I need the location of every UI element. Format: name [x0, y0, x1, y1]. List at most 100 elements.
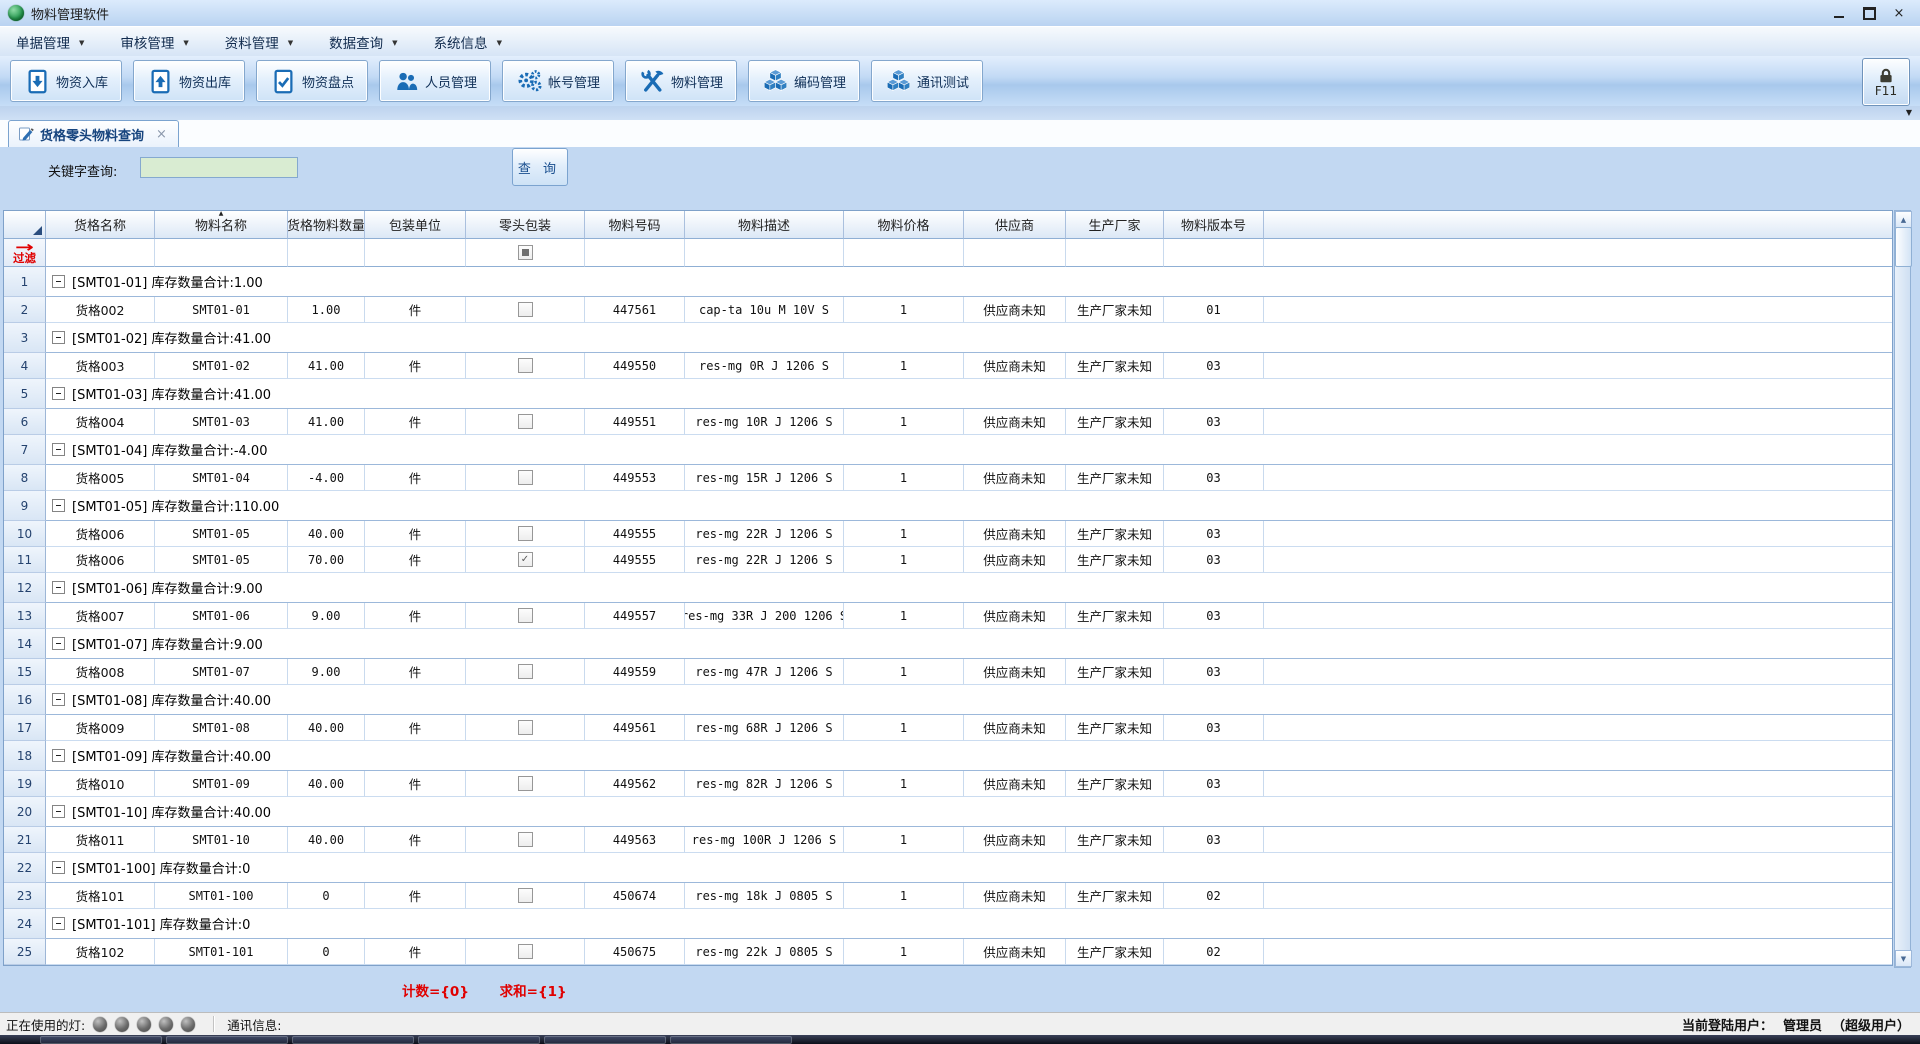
cell-code[interactable]: 449550 [585, 353, 685, 379]
cell-code[interactable]: 449563 [585, 827, 685, 853]
cell-unit[interactable]: 件 [365, 827, 466, 853]
cell-qty[interactable]: 40.00 [288, 771, 365, 797]
cell-odd[interactable] [466, 465, 585, 491]
cell-unit[interactable]: 件 [365, 353, 466, 379]
filter-cell-qty[interactable] [288, 239, 365, 267]
collapse-icon[interactable] [52, 499, 65, 512]
odd-filter-checkbox[interactable] [518, 245, 533, 260]
row-number[interactable]: 14 [4, 629, 46, 659]
group-cell[interactable]: [SMT01-09] 库存数量合计:40.00 [46, 741, 1892, 771]
row-number[interactable]: 18 [4, 741, 46, 771]
cell-manufacturer[interactable]: 生产厂家未知 [1066, 715, 1164, 741]
cell-manufacturer[interactable]: 生产厂家未知 [1066, 547, 1164, 573]
collapse-icon[interactable] [52, 861, 65, 874]
row-number[interactable]: 13 [4, 603, 46, 629]
cell-desc[interactable]: res-mg 22R J 1206 S [685, 547, 844, 573]
collapse-icon[interactable] [52, 693, 65, 706]
collapse-icon[interactable] [52, 917, 65, 930]
cell-code[interactable]: 449555 [585, 547, 685, 573]
filter-cell-odd[interactable] [466, 239, 585, 267]
group-cell[interactable]: [SMT01-08] 库存数量合计:40.00 [46, 685, 1892, 715]
cell-code[interactable]: 449561 [585, 715, 685, 741]
cell-manufacturer[interactable]: 生产厂家未知 [1066, 521, 1164, 547]
toolbar-button-coding[interactable]: 编码管理 [748, 60, 860, 102]
cell-unit[interactable]: 件 [365, 547, 466, 573]
cell-version[interactable]: 03 [1164, 465, 1264, 491]
cell-material[interactable]: SMT01-06 [155, 603, 288, 629]
row-number[interactable]: 20 [4, 797, 46, 827]
cell-unit[interactable]: 件 [365, 521, 466, 547]
column-header-qty[interactable]: 货格物料数量 [288, 211, 365, 239]
odd-package-checkbox[interactable] [518, 888, 533, 903]
group-cell[interactable]: [SMT01-101] 库存数量合计:0 [46, 909, 1892, 939]
cell-code[interactable]: 447561 [585, 297, 685, 323]
scroll-down-icon[interactable]: ▼ [1895, 950, 1912, 967]
cell-desc[interactable]: res-mg 22R J 1206 S [685, 521, 844, 547]
cell-rack[interactable]: 货格005 [46, 465, 155, 491]
minimize-button[interactable] [1824, 4, 1854, 23]
cell-supplier[interactable]: 供应商未知 [964, 883, 1066, 909]
cell-version[interactable]: 03 [1164, 547, 1264, 573]
menu-item-data-files[interactable]: 资料管理▼ [219, 28, 299, 56]
cell-odd[interactable]: ✓ [466, 547, 585, 573]
row-number[interactable]: 5 [4, 379, 46, 409]
row-number[interactable]: 12 [4, 573, 46, 603]
cell-qty[interactable]: 41.00 [288, 353, 365, 379]
column-header-price[interactable]: 物料价格 [844, 211, 964, 239]
cell-version[interactable]: 02 [1164, 939, 1264, 965]
filter-cell-supplier[interactable] [964, 239, 1066, 267]
filter-cell-manufacturer[interactable] [1066, 239, 1164, 267]
cell-desc[interactable]: res-mg 15R J 1206 S [685, 465, 844, 491]
cell-supplier[interactable]: 供应商未知 [964, 827, 1066, 853]
cell-qty[interactable]: -4.00 [288, 465, 365, 491]
odd-package-checkbox[interactable] [518, 414, 533, 429]
cell-qty[interactable]: 9.00 [288, 659, 365, 685]
filter-cell-rack[interactable] [46, 239, 155, 267]
cell-version[interactable]: 03 [1164, 659, 1264, 685]
cell-supplier[interactable]: 供应商未知 [964, 409, 1066, 435]
cell-qty[interactable]: 0 [288, 883, 365, 909]
toolbar-button-material-manage[interactable]: 物料管理 [625, 60, 737, 102]
row-number[interactable]: 10 [4, 521, 46, 547]
cell-rack[interactable]: 货格003 [46, 353, 155, 379]
cell-rack[interactable]: 货格008 [46, 659, 155, 685]
cell-supplier[interactable]: 供应商未知 [964, 521, 1066, 547]
cell-qty[interactable]: 41.00 [288, 409, 365, 435]
cell-material[interactable]: SMT01-10 [155, 827, 288, 853]
cell-version[interactable]: 03 [1164, 771, 1264, 797]
cell-version[interactable]: 03 [1164, 827, 1264, 853]
cell-unit[interactable]: 件 [365, 409, 466, 435]
row-number[interactable]: 21 [4, 827, 46, 853]
grid-corner-cell[interactable] [4, 211, 46, 239]
row-number[interactable]: 6 [4, 409, 46, 435]
cell-price[interactable]: 1 [844, 297, 964, 323]
row-number[interactable]: 4 [4, 353, 46, 379]
menu-item-orders[interactable]: 单据管理▼ [10, 28, 90, 56]
row-number[interactable]: 22 [4, 853, 46, 883]
cell-price[interactable]: 1 [844, 715, 964, 741]
cell-material[interactable]: SMT01-101 [155, 939, 288, 965]
row-number[interactable]: 24 [4, 909, 46, 939]
cell-version[interactable]: 03 [1164, 353, 1264, 379]
odd-package-checkbox[interactable] [518, 302, 533, 317]
cell-unit[interactable]: 件 [365, 939, 466, 965]
cell-code[interactable]: 450675 [585, 939, 685, 965]
cell-unit[interactable]: 件 [365, 603, 466, 629]
row-number[interactable]: 2 [4, 297, 46, 323]
cell-supplier[interactable]: 供应商未知 [964, 353, 1066, 379]
group-cell[interactable]: [SMT01-100] 库存数量合计:0 [46, 853, 1892, 883]
cell-material[interactable]: SMT01-01 [155, 297, 288, 323]
row-number[interactable]: 16 [4, 685, 46, 715]
toolbar-button-material-in[interactable]: 物资入库 [10, 60, 122, 102]
filter-cell-desc[interactable] [685, 239, 844, 267]
group-cell[interactable]: [SMT01-01] 库存数量合计:1.00 [46, 267, 1892, 297]
cell-price[interactable]: 1 [844, 409, 964, 435]
cell-unit[interactable]: 件 [365, 771, 466, 797]
toolbar-button-personnel[interactable]: 人员管理 [379, 60, 491, 102]
row-number[interactable]: 17 [4, 715, 46, 741]
cell-odd[interactable] [466, 521, 585, 547]
group-cell[interactable]: [SMT01-03] 库存数量合计:41.00 [46, 379, 1892, 409]
cell-odd[interactable] [466, 603, 585, 629]
odd-package-checkbox[interactable]: ✓ [518, 552, 533, 567]
scroll-up-icon[interactable]: ▲ [1895, 211, 1912, 228]
